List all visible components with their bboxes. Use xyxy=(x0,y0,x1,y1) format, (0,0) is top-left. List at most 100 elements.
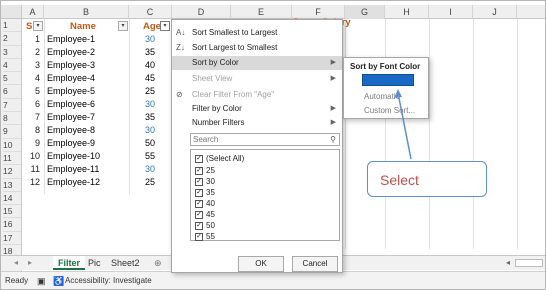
filter-option-select-all[interactable]: ✓ (Select All) xyxy=(195,153,244,164)
col-header-d[interactable]: D xyxy=(172,5,231,19)
checkbox-checked-icon[interactable]: ✓ xyxy=(195,221,203,230)
tab-scroll-left-icon[interactable]: ◂ xyxy=(9,256,23,270)
cell-name[interactable]: Employee-9 xyxy=(47,137,95,150)
horizontal-scrollbar[interactable] xyxy=(515,259,543,267)
row-header-1[interactable]: 1 xyxy=(3,19,21,33)
macro-record-icon[interactable]: ▣ xyxy=(37,272,46,289)
cancel-button[interactable]: Cancel xyxy=(292,256,338,272)
filter-dropdown-age[interactable]: ▾ xyxy=(160,21,170,31)
row-header-6[interactable]: 6 xyxy=(3,85,21,99)
cell-name[interactable]: Employee-1 xyxy=(47,33,95,46)
filter-option[interactable]: ✓ 55 xyxy=(195,231,215,242)
cell-sl[interactable]: 4 xyxy=(22,72,40,85)
row-header-10[interactable]: 10 xyxy=(3,139,21,152)
accessibility-icon[interactable]: ♿ xyxy=(53,272,64,289)
row-header-12[interactable]: 12 xyxy=(3,165,21,179)
cell-sl[interactable]: 8 xyxy=(22,124,40,137)
select-all-corner[interactable] xyxy=(1,5,22,19)
checkbox-checked-icon[interactable]: ✓ xyxy=(195,199,203,208)
cell-name[interactable]: Employee-4 xyxy=(47,72,95,85)
cell-age[interactable]: 35 xyxy=(145,46,155,59)
cell-sl[interactable]: 7 xyxy=(22,111,40,124)
filter-option[interactable]: ✓ 25 xyxy=(195,165,215,176)
menu-number-filters[interactable]: Number Filters ▶ xyxy=(172,116,342,130)
menu-sheet-view[interactable]: Sheet View ▶ xyxy=(172,72,342,86)
add-sheet-icon[interactable]: ⊕ xyxy=(149,256,167,270)
col-header-e[interactable]: E xyxy=(231,5,292,19)
row-header-4[interactable]: 4 xyxy=(3,59,21,73)
cell-sl[interactable]: 2 xyxy=(22,46,40,59)
row-header-11[interactable]: 11 xyxy=(3,152,21,166)
cell-sl[interactable]: 10 xyxy=(22,150,40,163)
checkbox-checked-icon[interactable]: ✓ xyxy=(195,177,203,186)
checkbox-checked-icon[interactable]: ✓ xyxy=(195,188,203,197)
tab-scroll-right-icon[interactable]: ▸ xyxy=(23,256,37,270)
status-accessibility[interactable]: Accessibility: Investigate xyxy=(65,272,152,289)
cell-name[interactable]: Employee-8 xyxy=(47,124,95,137)
cell-name[interactable]: Employee-5 xyxy=(47,85,95,98)
ok-button[interactable]: OK xyxy=(238,256,284,272)
cell-age[interactable]: 55 xyxy=(145,150,155,163)
menu-sort-ascending[interactable]: A↓ Sort Smallest to Largest xyxy=(172,26,342,40)
row-header-16[interactable]: 16 xyxy=(3,218,21,232)
filter-dropdown-sl[interactable]: ▾ xyxy=(33,21,43,31)
col-header-j[interactable]: J xyxy=(473,5,517,19)
header-age[interactable]: Age xyxy=(143,20,161,33)
menu-filter-by-color[interactable]: Filter by Color ▶ xyxy=(172,102,342,116)
menu-clear-filter[interactable]: ⊘ Clear Filter From "Age" xyxy=(172,88,342,102)
filter-option[interactable]: ✓ 30 xyxy=(195,176,215,187)
filter-search-input[interactable]: Search ⚲ xyxy=(190,133,340,146)
cell-name[interactable]: Employee-3 xyxy=(47,59,95,72)
header-name[interactable]: Name xyxy=(70,20,96,33)
submenu-automatic[interactable]: Automatic xyxy=(364,92,400,101)
cell-name[interactable]: Employee-7 xyxy=(47,111,95,124)
menu-sort-by-color[interactable]: Sort by Color ▶ xyxy=(172,56,342,70)
cell-sl[interactable]: 12 xyxy=(22,176,40,189)
row-header-15[interactable]: 15 xyxy=(3,205,21,219)
filter-option[interactable]: ✓ 45 xyxy=(195,209,215,220)
row-header-17[interactable]: 17 xyxy=(3,232,21,246)
cell-sl[interactable]: 1 xyxy=(22,33,40,46)
cell-age[interactable]: 40 xyxy=(145,59,155,72)
col-header-a[interactable]: A xyxy=(22,5,44,19)
cell-age[interactable]: 25 xyxy=(145,176,155,189)
cell-age[interactable]: 30 xyxy=(145,124,155,137)
submenu-custom-sort[interactable]: Custom Sort... xyxy=(364,106,415,115)
cell-name[interactable]: Employee-2 xyxy=(47,46,95,59)
tab-filter[interactable]: Filter xyxy=(53,256,86,270)
checkbox-checked-icon[interactable]: ✓ xyxy=(195,154,203,163)
cell-age[interactable]: 25 xyxy=(145,85,155,98)
cell-age[interactable]: 30 xyxy=(145,98,155,111)
row-header-9[interactable]: 9 xyxy=(3,125,21,139)
cell-age[interactable]: 45 xyxy=(145,72,155,85)
row-header-8[interactable]: 8 xyxy=(3,112,21,126)
cell-age[interactable]: 30 xyxy=(145,163,155,176)
cell-sl[interactable]: 3 xyxy=(22,59,40,72)
cell-sl[interactable]: 5 xyxy=(22,85,40,98)
filter-dropdown-name[interactable]: ▾ xyxy=(118,21,128,31)
cell-name[interactable]: Employee-6 xyxy=(47,98,95,111)
checkbox-checked-icon[interactable]: ✓ xyxy=(195,232,203,241)
cell-sl[interactable]: 9 xyxy=(22,137,40,150)
font-color-swatch[interactable] xyxy=(362,74,414,86)
row-header-5[interactable]: 5 xyxy=(3,72,21,86)
cell-name[interactable]: Employee-11 xyxy=(47,163,99,176)
row-header-13[interactable]: 13 xyxy=(3,179,21,192)
row-header-7[interactable]: 7 xyxy=(3,99,21,113)
cell-sl[interactable]: 6 xyxy=(22,98,40,111)
cell-age[interactable]: 35 xyxy=(145,111,155,124)
filter-option[interactable]: ✓ 35 xyxy=(195,187,215,198)
tab-sheet2[interactable]: Sheet2 xyxy=(106,256,145,270)
col-header-c[interactable]: C xyxy=(129,5,172,19)
cell-name[interactable]: Employee-10 xyxy=(47,150,100,163)
hscroll-left-icon[interactable]: ◂ xyxy=(501,256,515,270)
row-header-3[interactable]: 3 xyxy=(3,46,21,59)
menu-sort-descending[interactable]: Z↓ Sort Largest to Smallest xyxy=(172,41,342,55)
col-header-i[interactable]: I xyxy=(429,5,473,19)
cell-name[interactable]: Employee-12 xyxy=(47,176,100,189)
cell-age[interactable]: 50 xyxy=(145,137,155,150)
col-header-g[interactable]: G xyxy=(345,5,385,19)
col-header-b[interactable]: B xyxy=(44,5,129,19)
filter-option[interactable]: ✓ 50 xyxy=(195,220,215,231)
cell-sl[interactable]: 11 xyxy=(22,163,40,176)
